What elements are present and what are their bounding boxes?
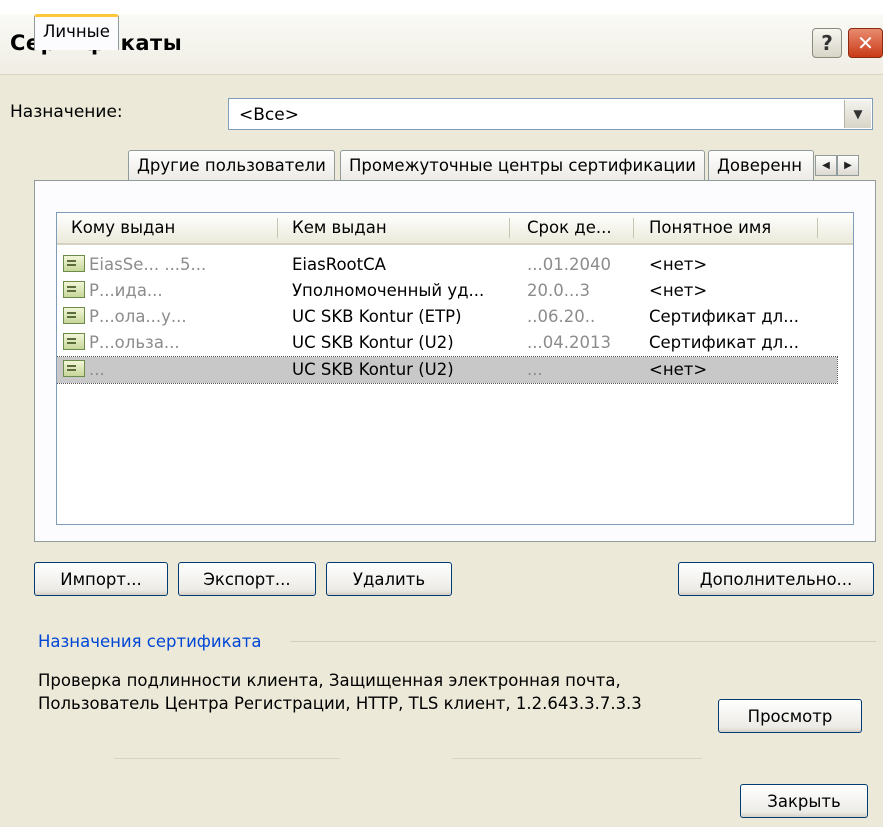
certificates-dialog: Сертификаты ? ✕ Назначение: <Все> ▼ Личн… — [0, 14, 883, 827]
column-divider[interactable] — [817, 218, 818, 238]
advanced-button-label: Дополнительно... — [699, 569, 853, 589]
certificate-purposes-text: Проверка подлинности клиента, Защищенная… — [38, 669, 642, 715]
certificate-icon — [63, 360, 85, 377]
tab-intermediate-ca[interactable]: Промежуточные центры сертификации — [340, 150, 706, 180]
cell-issued-to: ... — [89, 360, 105, 379]
title-bar[interactable]: Сертификаты ? ✕ — [0, 14, 883, 75]
cell-issued-to: EiasSe... ...5... — [89, 255, 207, 274]
column-issued-by[interactable]: Кем выдан — [292, 218, 387, 237]
cell-friendly-name: <нет> — [649, 360, 708, 379]
cell-expiration: ... — [527, 360, 543, 379]
delete-button[interactable]: Удалить — [326, 562, 452, 596]
advanced-button[interactable]: Дополнительно... — [678, 562, 874, 596]
tab-scroll-left-icon[interactable]: ◀ — [815, 155, 837, 176]
cell-expiration: ...01.2040 — [527, 255, 611, 274]
cell-friendly-name: <нет> — [649, 281, 708, 300]
certificate-list[interactable]: Кому выдан Кем выдан Срок де... Понятное… — [56, 212, 854, 525]
divider-right — [452, 758, 702, 759]
certificate-icon — [63, 307, 85, 324]
tab-scroll-right-icon[interactable]: ▶ — [837, 155, 859, 176]
certificate-purposes-title: Назначения сертификата — [38, 632, 262, 651]
close-window-button[interactable]: ✕ — [848, 28, 883, 58]
cell-issued-to: Р...ольза... — [89, 333, 180, 352]
close-button-label: Закрыть — [767, 791, 841, 811]
cell-issued-to: Р...ида... — [89, 281, 163, 300]
cell-friendly-name: Сертификат дл... — [649, 307, 799, 326]
tab-label: Личные — [43, 22, 110, 41]
chevron-down-icon[interactable]: ▼ — [844, 100, 871, 128]
view-button-label: Просмотр — [747, 706, 833, 726]
cell-issued-by: EiasRootCA — [292, 255, 386, 274]
cell-issued-by: UC SKB Kontur (U2) — [292, 360, 454, 379]
list-header: Кому выдан Кем выдан Срок де... Понятное… — [57, 213, 853, 245]
close-button[interactable]: Закрыть — [740, 784, 868, 818]
certificate-icon — [63, 255, 85, 272]
column-divider[interactable] — [277, 218, 278, 238]
tab-label: Промежуточные центры сертификации — [349, 156, 697, 175]
table-row[interactable]: Р...ида... Уполномоченный уд... 20.0...3… — [57, 278, 853, 304]
tab-panel: Кому выдан Кем выдан Срок де... Понятное… — [34, 180, 876, 542]
purpose-select[interactable]: <Все> ▼ — [228, 98, 873, 130]
column-friendly-name[interactable]: Понятное имя — [649, 218, 771, 237]
tab-other-people[interactable]: Другие пользователи — [128, 150, 335, 180]
purposes-line-2: Пользователь Центра Регистрации, HTTP, T… — [38, 694, 642, 713]
import-button[interactable]: Импорт... — [34, 562, 168, 596]
table-row-selected[interactable]: ... UC SKB Kontur (U2) ... <нет> — [57, 356, 838, 384]
column-divider[interactable] — [509, 218, 510, 238]
tab-trusted-root[interactable]: Доверенн — [708, 150, 814, 180]
cell-issued-by: UC SKB Kontur (U2) — [292, 333, 454, 352]
purposes-line-1: Проверка подлинности клиента, Защищенная… — [38, 671, 621, 690]
view-button[interactable]: Просмотр — [718, 699, 862, 733]
cell-issued-to: Р...ола...у... — [89, 307, 187, 326]
purpose-label: Назначение: — [10, 102, 123, 122]
certificate-icon — [63, 333, 85, 350]
tab-label: Доверенн — [717, 156, 803, 175]
cell-expiration: 20.0...3 — [527, 281, 590, 300]
certificate-icon — [63, 281, 85, 298]
table-row[interactable]: Р...ольза... UC SKB Kontur (U2) ...04.20… — [57, 330, 853, 356]
divider-left — [114, 758, 340, 759]
cell-friendly-name: Сертификат дл... — [649, 333, 799, 352]
column-expiration[interactable]: Срок де... — [527, 218, 612, 237]
purpose-value: <Все> — [239, 105, 299, 125]
import-button-label: Импорт... — [60, 569, 142, 589]
table-row[interactable]: EiasSe... ...5... EiasRootCA ...01.2040 … — [57, 252, 853, 278]
cell-expiration: ..06.20.. — [527, 307, 596, 326]
tab-personal[interactable]: Личные — [34, 14, 119, 50]
group-divider — [290, 641, 876, 642]
column-issued-to[interactable]: Кому выдан — [71, 218, 175, 237]
tab-label: Другие пользователи — [137, 156, 326, 175]
help-button[interactable]: ? — [812, 28, 842, 58]
table-row[interactable]: Р...ола...у... UC SKB Kontur (ETP) ..06.… — [57, 304, 853, 330]
cell-issued-by: Уполномоченный уд... — [292, 281, 485, 300]
cell-expiration: ...04.2013 — [527, 333, 611, 352]
export-button[interactable]: Экспорт... — [178, 562, 316, 596]
column-divider[interactable] — [633, 218, 634, 238]
export-button-label: Экспорт... — [203, 569, 291, 589]
cell-friendly-name: <нет> — [649, 255, 708, 274]
delete-button-label: Удалить — [352, 569, 426, 589]
cell-issued-by: UC SKB Kontur (ETP) — [292, 307, 462, 326]
